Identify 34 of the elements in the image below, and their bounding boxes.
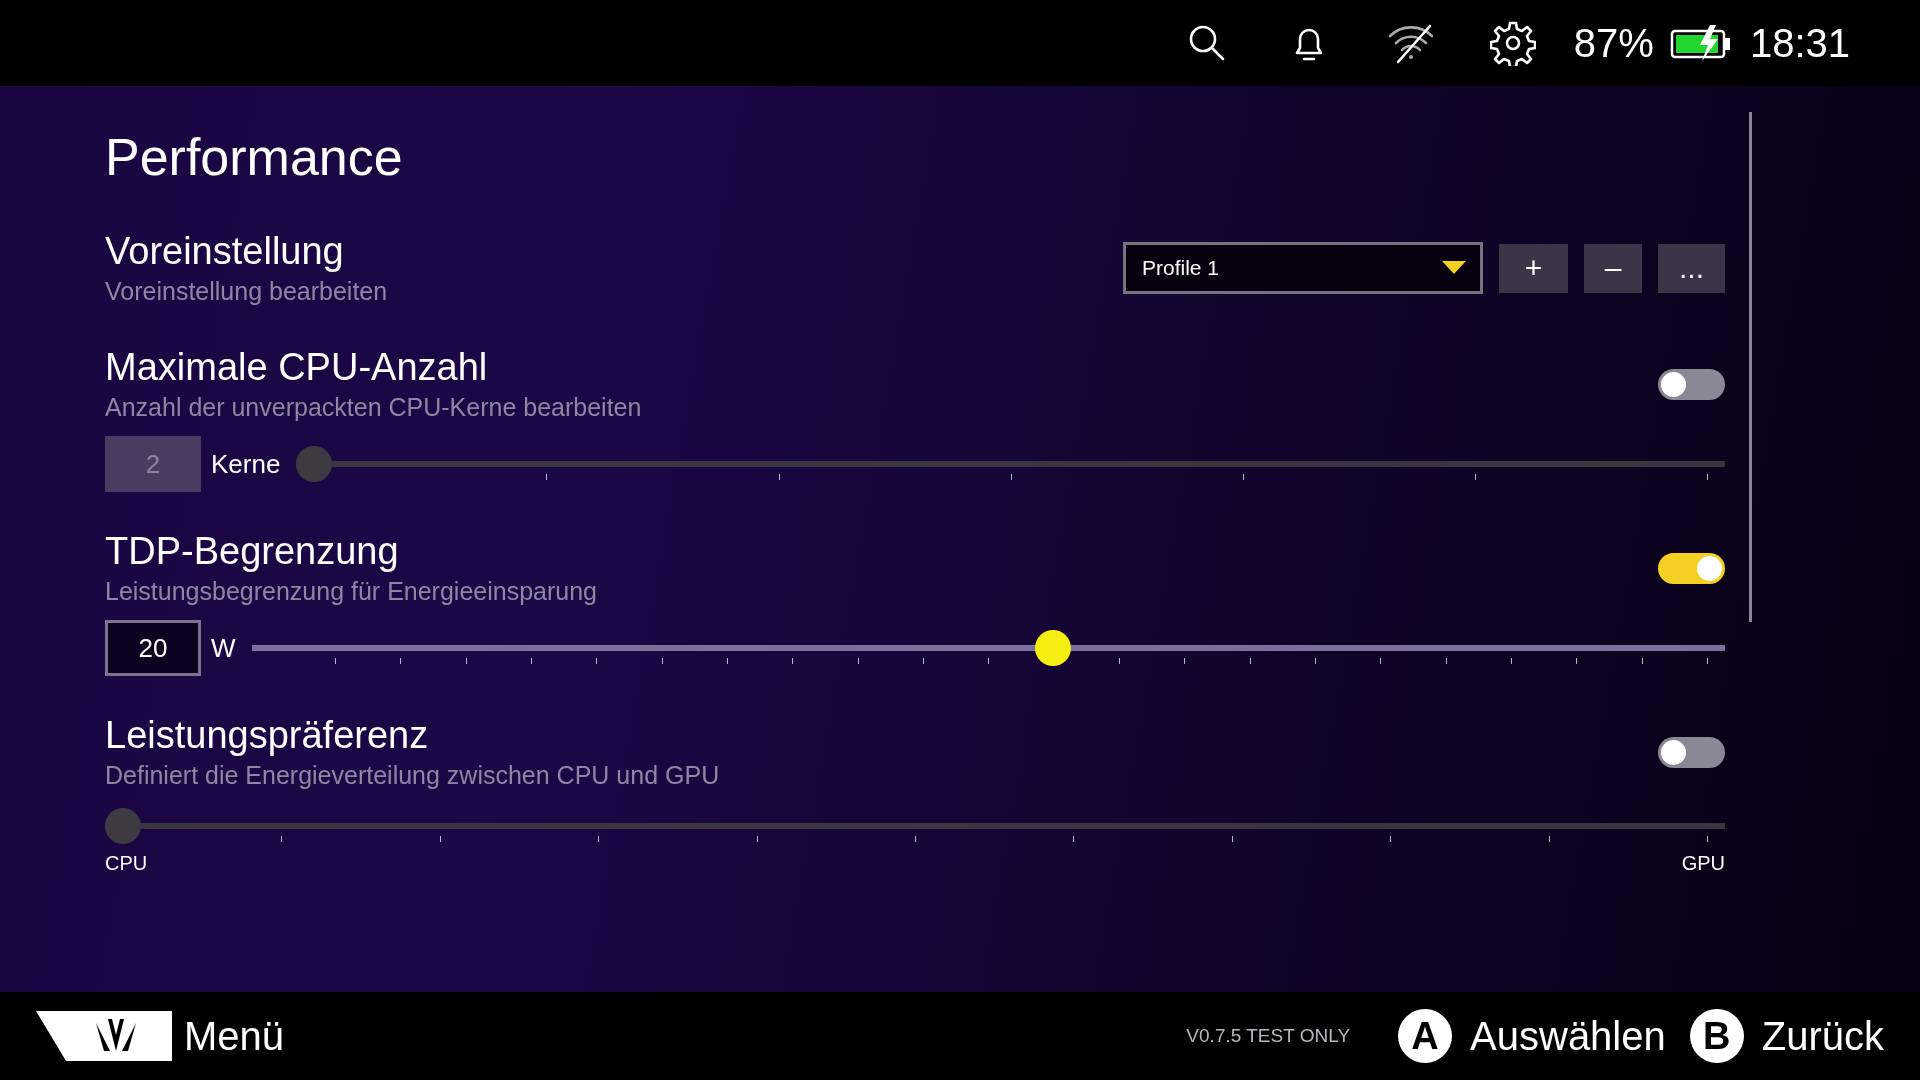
settings-icon[interactable] — [1489, 20, 1536, 66]
logo-tab-icon — [36, 1009, 174, 1063]
unit-label: W — [211, 632, 236, 664]
scrollbar[interactable] — [1749, 112, 1752, 622]
range-end-label: GPU — [1681, 852, 1725, 876]
section-title: TDP-Begrenzung — [105, 529, 400, 575]
value-field[interactable]: 20 — [105, 620, 201, 677]
section-title: Voreinstellung — [105, 229, 345, 275]
slider-thumb[interactable] — [1034, 630, 1071, 667]
caret-icon — [1442, 261, 1466, 276]
section-title: Maximale CPU-Anzahl — [105, 345, 489, 391]
clock-time: 18:31 — [1749, 20, 1850, 66]
section-subtitle: Leistungsbegrenzung für Energieeinsparung — [105, 576, 598, 608]
range-start-label: CPU — [105, 852, 148, 876]
toggle-switch[interactable] — [1658, 736, 1725, 768]
slider-thumb[interactable] — [105, 808, 141, 845]
menu-button[interactable]: Menü — [36, 1009, 285, 1063]
section-subtitle: Anzahl der unverpackten CPU-Kerne bearbeiten — [105, 392, 642, 424]
preset-button[interactable]: ... — [1658, 243, 1725, 293]
section-title: Leistungspräferenz — [105, 713, 430, 759]
page-title: Performance — [105, 127, 404, 188]
section-subtitle: Voreinstellung bearbeiten — [105, 276, 388, 308]
toggle-switch[interactable] — [1658, 552, 1725, 584]
toggle-switch[interactable] — [1658, 368, 1725, 400]
battery-percent: 87% — [1573, 20, 1654, 66]
unit-label: Kerne — [211, 448, 281, 480]
action-button[interactable]: B Zurück — [1689, 1009, 1884, 1063]
preset-button[interactable]: + — [1499, 243, 1568, 293]
preset-button[interactable]: – — [1584, 243, 1642, 293]
profile-dropdown[interactable]: Profile 1 — [1123, 242, 1483, 295]
action-button[interactable]: A Auswählen — [1398, 1009, 1666, 1063]
version-label: V0.7.5 TEST ONLY — [1186, 1025, 1351, 1047]
section-subtitle: Definiert die Energieverteilung zwischen CPU und GPU — [105, 760, 720, 792]
slider-thumb[interactable] — [296, 446, 333, 483]
